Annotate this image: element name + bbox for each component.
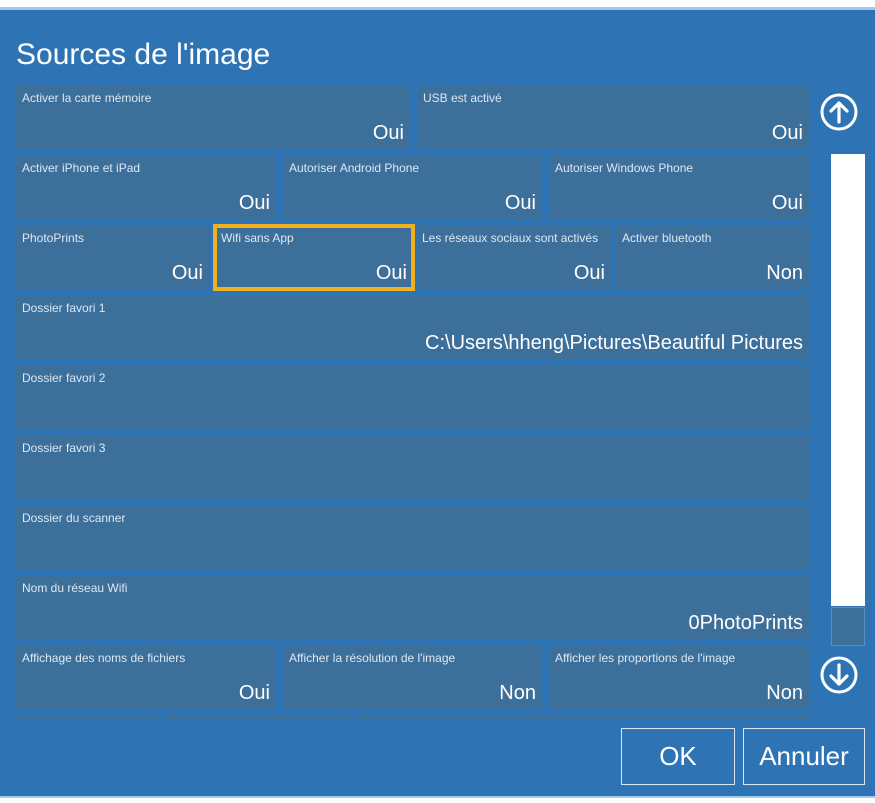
tile-value: Oui xyxy=(504,192,536,214)
tile-value: Non xyxy=(499,682,536,704)
tile-label: Dossier favori 2 xyxy=(22,371,106,385)
scroll-down-button[interactable] xyxy=(819,655,859,695)
tile-label: Afficher la résolution de l'image xyxy=(289,651,456,665)
window-top-edge xyxy=(0,0,875,10)
tile-value: Non xyxy=(766,682,803,704)
arrow-down-circle-icon xyxy=(820,656,858,694)
tile-label: Activer bluetooth xyxy=(622,231,712,245)
tile-afficher-resolution[interactable]: Afficher la résolution de l'image Non xyxy=(283,646,542,709)
tile-autoriser-windows-phone[interactable]: Autoriser Windows Phone Oui xyxy=(549,156,809,219)
tile-activer-bluetooth[interactable]: Activer bluetooth Non xyxy=(616,226,809,289)
tile-value: Oui xyxy=(573,262,605,284)
tile-dossier-favori-1[interactable]: Dossier favori 1 C:\Users\hheng\Pictures… xyxy=(16,296,809,359)
tile-nom-reseau-wifi[interactable]: Nom du réseau Wifi 0PhotoPrints xyxy=(16,576,809,639)
tile-label: PhotoPrints xyxy=(22,231,85,245)
tile-label: USB est activé xyxy=(423,91,502,105)
tile-label: Afficher les proportions de l'image xyxy=(555,651,736,665)
tile-label: Les réseaux sociaux sont activés xyxy=(422,231,599,245)
tile-value: Non xyxy=(766,262,803,284)
tile-value: Oui xyxy=(171,262,203,284)
tile-label: Wifi sans App xyxy=(221,231,294,245)
tile-label: Nom du réseau Wifi xyxy=(22,581,128,595)
tile-afficher-proportions[interactable]: Afficher les proportions de l'image Non xyxy=(549,646,809,709)
tile-label: Dossier du scanner xyxy=(22,511,126,525)
tile-value: Oui xyxy=(375,262,407,284)
arrow-up-circle-icon xyxy=(820,93,858,131)
ok-button[interactable]: OK xyxy=(621,728,735,785)
scrollbar-remaining[interactable] xyxy=(831,607,865,646)
tile-usb-active[interactable]: USB est activé Oui xyxy=(417,86,809,149)
tile-label: Dossier favori 3 xyxy=(22,441,106,455)
tile-label: Autoriser Windows Phone xyxy=(555,161,694,175)
tile-value: Oui xyxy=(238,682,270,704)
settings-list[interactable]: Activer la carte mémoire Oui USB est act… xyxy=(0,84,813,720)
tile-affichage-noms-fichiers[interactable]: Affichage des noms de fichiers Oui xyxy=(16,646,276,709)
tile-dossier-favori-2[interactable]: Dossier favori 2 xyxy=(16,366,809,429)
tile-label: Affichage des noms de fichiers xyxy=(22,651,186,665)
tile-partial[interactable] xyxy=(16,716,157,720)
tile-dossier-scanner[interactable]: Dossier du scanner xyxy=(16,506,809,569)
page-title: Sources de l'image xyxy=(16,38,271,71)
tile-activer-carte-memoire[interactable]: Activer la carte mémoire Oui xyxy=(16,86,410,149)
tile-value: 0PhotoPrints xyxy=(688,612,803,634)
scrollbar-thumb[interactable] xyxy=(831,154,865,606)
window-bottom-edge xyxy=(0,796,875,803)
tile-value: Oui xyxy=(771,192,803,214)
tile-value: C:\Users\hheng\Pictures\Beautiful Pictur… xyxy=(425,332,803,354)
tile-label: Activer la carte mémoire xyxy=(22,91,152,105)
tile-value: Oui xyxy=(372,122,404,144)
tile-value: Oui xyxy=(238,192,270,214)
tile-activer-iphone-ipad[interactable]: Activer iPhone et iPad Oui xyxy=(16,156,276,219)
tile-reseaux-sociaux[interactable]: Les réseaux sociaux sont activés Oui xyxy=(418,226,611,289)
tile-wifi-sans-app[interactable]: Wifi sans App Oui xyxy=(213,224,415,291)
tile-partial[interactable] xyxy=(165,716,349,720)
tile-photoprints[interactable]: PhotoPrints Oui xyxy=(16,226,209,289)
tile-dossier-favori-3[interactable]: Dossier favori 3 xyxy=(16,436,809,499)
tile-value: Oui xyxy=(771,122,803,144)
scroll-up-button[interactable] xyxy=(819,92,859,132)
tile-partial[interactable] xyxy=(356,716,809,720)
tile-autoriser-android-phone[interactable]: Autoriser Android Phone Oui xyxy=(283,156,542,219)
cancel-button[interactable]: Annuler xyxy=(743,728,865,785)
tile-label: Dossier favori 1 xyxy=(22,301,106,315)
tile-label: Activer iPhone et iPad xyxy=(22,161,141,175)
tile-label: Autoriser Android Phone xyxy=(289,161,420,175)
settings-dialog: Sources de l'image Activer la carte mémo… xyxy=(0,10,875,796)
